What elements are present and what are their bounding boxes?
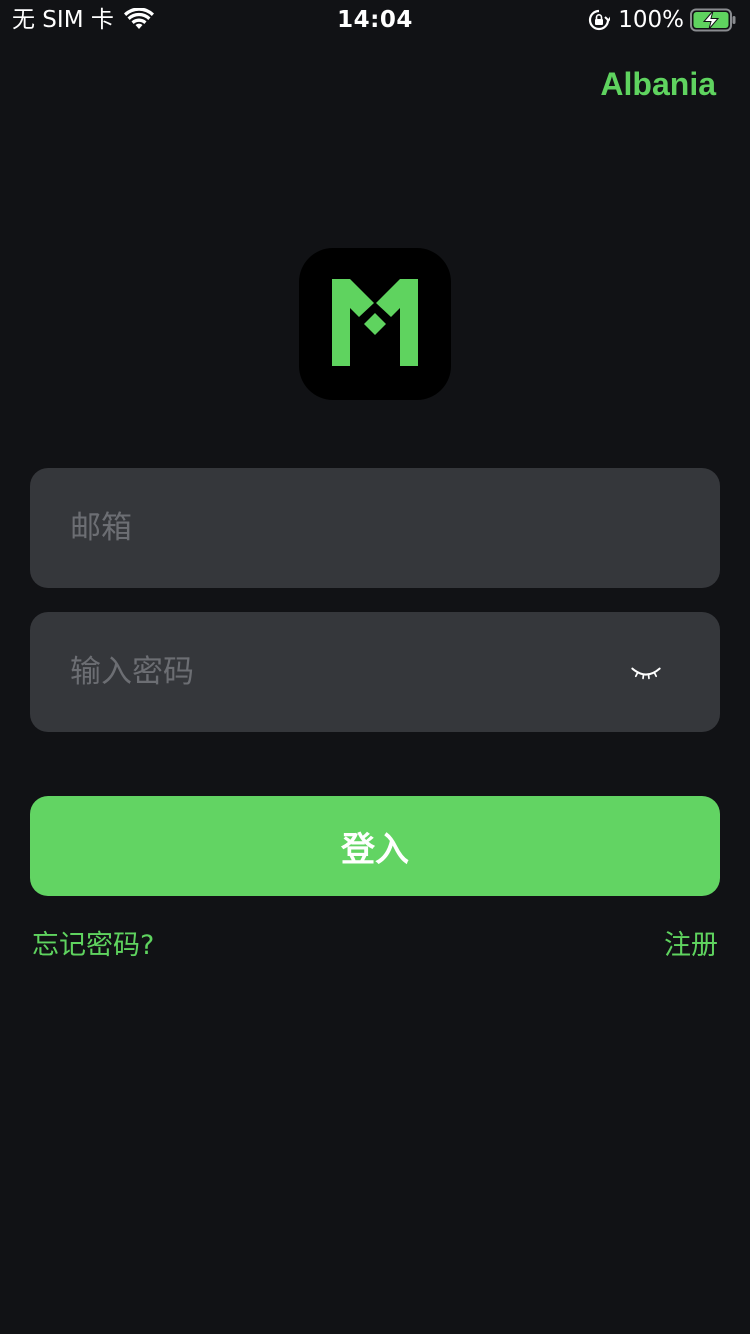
login-button[interactable]: 登入	[30, 796, 720, 896]
lock-rotation-icon	[589, 9, 611, 31]
app-logo	[299, 248, 451, 400]
battery-percent: 100%	[618, 7, 684, 33]
email-field-container	[30, 468, 720, 588]
register-link[interactable]: 注册	[664, 928, 718, 964]
status-bar: 无 SIM 卡 14:04 100%	[0, 0, 750, 40]
region-selector[interactable]: Albania	[600, 64, 716, 104]
status-right: 100%	[588, 6, 736, 34]
app-logo-m-icon	[332, 279, 418, 366]
login-screen: 无 SIM 卡 14:04 100% Albania 邮箱 登入 忘记密码? 注…	[0, 0, 750, 1334]
forgot-password-link[interactable]: 忘记密码?	[32, 928, 154, 964]
email-input[interactable]	[70, 468, 630, 588]
password-visibility-toggle[interactable]	[626, 656, 666, 688]
battery-charging-icon	[690, 8, 736, 32]
password-field-container	[30, 612, 720, 732]
password-input[interactable]	[70, 612, 630, 732]
eye-closed-icon	[631, 667, 661, 680]
